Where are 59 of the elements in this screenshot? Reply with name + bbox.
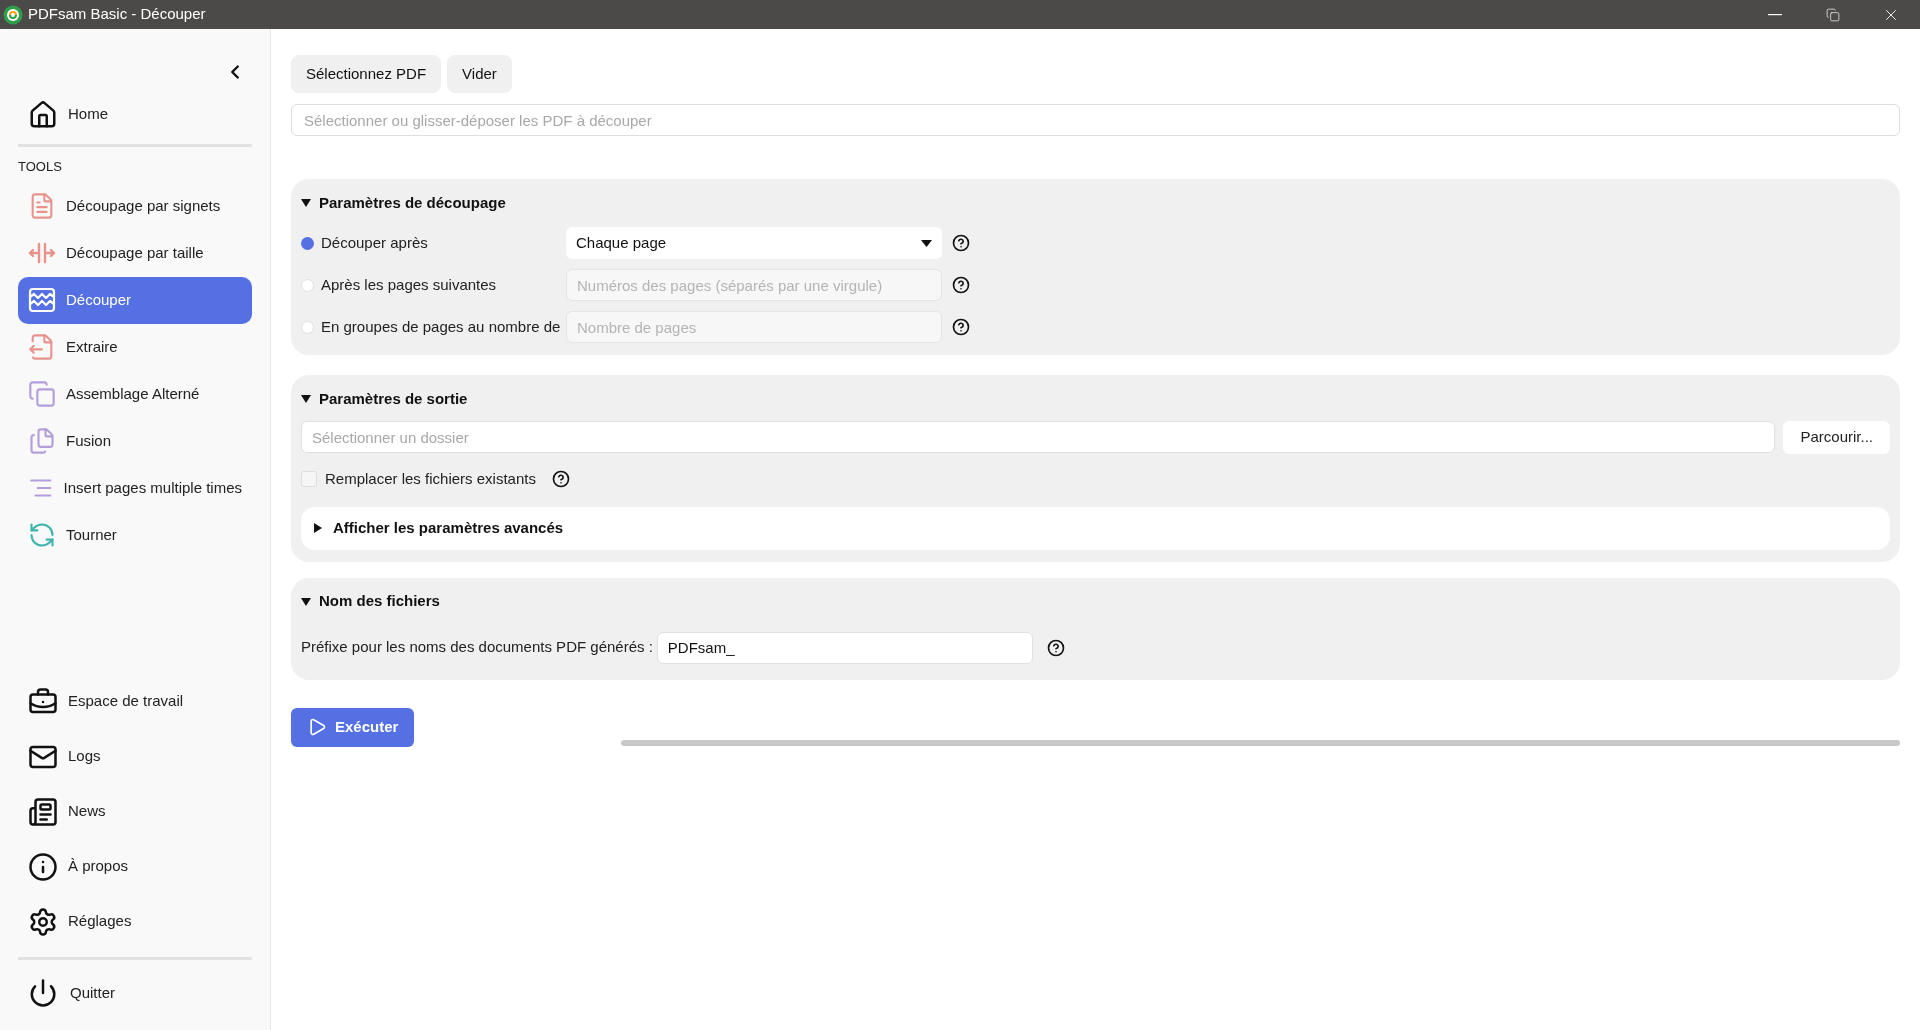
- triangle-icon: [313, 523, 323, 533]
- help-icon[interactable]: [952, 318, 970, 336]
- section-toggle[interactable]: Paramètres de sortie: [301, 387, 1890, 411]
- sidebar-item[interactable]: Espace de travail: [18, 674, 252, 729]
- section-toggle[interactable]: Nom des fichiers: [301, 589, 1890, 614]
- dropdown[interactable]: Chaque page: [566, 227, 942, 259]
- triangle-icon: [301, 198, 311, 208]
- sidebar-item[interactable]: Fusion: [18, 417, 252, 465]
- stacked-documents-icon: [28, 427, 56, 455]
- radio-label: Après les pages suivantes: [321, 274, 497, 295]
- advanced-settings-toggle[interactable]: Afficher les paramètres avancés: [301, 506, 1890, 550]
- play-icon: [307, 717, 327, 737]
- triangle-icon: [301, 596, 311, 607]
- radio-label: Découper après: [321, 232, 428, 253]
- prefix-label: Préfixe pour les noms des documents PDF générés :: [301, 637, 653, 658]
- stacked-pages-icon: [28, 380, 56, 408]
- checkbox[interactable]: [301, 471, 317, 488]
- help-icon[interactable]: [551, 470, 570, 489]
- home-icon: [28, 99, 58, 130]
- sidebar-item[interactable]: Découper: [18, 276, 252, 324]
- prefix-field[interactable]: PDFsam_: [656, 631, 1033, 664]
- help-icon[interactable]: [952, 234, 970, 252]
- info-icon: [28, 851, 58, 882]
- dropdown-arrow-icon: [921, 239, 932, 247]
- window-title: PDFsam Basic - Découper: [28, 4, 206, 25]
- toolbar-button[interactable]: Vider: [447, 55, 512, 93]
- minimize-icon: [1768, 13, 1782, 16]
- sidebar-item[interactable]: Home: [18, 91, 252, 138]
- radio-label: En groupes de pages au nombre de: [321, 316, 561, 337]
- restore-icon: [1826, 7, 1840, 22]
- section-toggle[interactable]: Paramètres de découpage: [301, 191, 1890, 215]
- sidebar-item[interactable]: News: [18, 784, 252, 839]
- app-logo-icon: [3, 4, 23, 25]
- sidebar-item[interactable]: Découpage par taille: [18, 229, 252, 277]
- sidebar-item[interactable]: À propos: [18, 839, 252, 894]
- rotate-icon: [28, 521, 56, 549]
- browse-button[interactable]: Parcourir...: [1783, 421, 1890, 454]
- sidebar-item[interactable]: Logs: [18, 729, 252, 784]
- toolbar-button[interactable]: Sélectionnez PDF: [291, 55, 442, 93]
- sidebar-item[interactable]: Découpage par signets: [18, 182, 252, 230]
- section-label: TOOLS: [18, 158, 63, 176]
- checkbox-label: Remplacer les fichiers existants: [325, 469, 536, 489]
- sidebar-item[interactable]: Réglages: [18, 894, 252, 949]
- help-icon[interactable]: [952, 276, 970, 294]
- run-button[interactable]: Exécuter: [291, 707, 415, 747]
- split-page-icon: [28, 286, 56, 314]
- radio-button[interactable]: [301, 236, 314, 250]
- triangle-icon: [301, 394, 311, 404]
- quit-button[interactable]: Quitter: [18, 968, 252, 1018]
- settings-icon: [28, 906, 58, 937]
- newspaper-icon: [28, 796, 58, 827]
- sidebar-item[interactable]: Assemblage Alterné: [18, 370, 252, 418]
- help-icon[interactable]: [1046, 638, 1065, 657]
- sidebar-item[interactable]: Insert pages multiple times: [18, 464, 252, 512]
- sidebar-item[interactable]: Tourner: [18, 511, 252, 559]
- folder-field[interactable]: Sélectionner un dossier: [301, 421, 1776, 453]
- sidebar-item[interactable]: Extraire: [18, 323, 252, 371]
- pdf-drop-field[interactable]: Sélectionner ou glisser-déposer les PDF à découper: [291, 104, 1900, 136]
- power-icon: [28, 978, 58, 1008]
